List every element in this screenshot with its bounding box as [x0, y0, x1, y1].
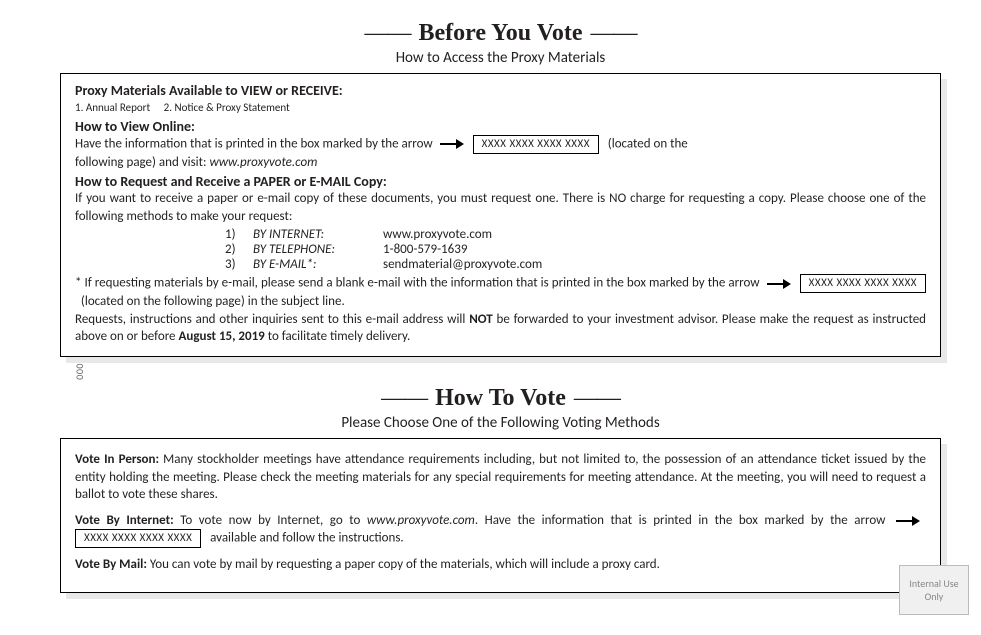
- arrow-icon: [767, 279, 793, 289]
- voting-methods-box: Vote In Person: Many stockholder meeting…: [60, 438, 941, 593]
- vote-by-internet: Vote By Internet: To vote now by Interne…: [75, 512, 926, 548]
- vote-in-person: Vote In Person: Many stockholder meeting…: [75, 451, 926, 504]
- internal-use-label: Internal Use Only: [899, 565, 969, 615]
- proxyvote-url: www.proxyvote.com: [209, 155, 317, 170]
- materials-list: 1. Annual Report 2. Notice & Proxy State…: [75, 101, 926, 114]
- before-you-vote-subtitle: How to Access the Proxy Materials: [60, 49, 941, 67]
- request-methods: 1) BY INTERNET: www.proxyvote.com 2) BY …: [225, 227, 926, 272]
- vote-by-mail: Vote By Mail: You can vote by mail by re…: [75, 556, 926, 574]
- request-copy-heading: How to Request and Receive a PAPER or E-…: [75, 173, 926, 190]
- how-to-vote-subtitle: Please Choose One of the Following Votin…: [60, 414, 941, 432]
- control-number-placeholder: XXXX XXXX XXXX XXXX: [75, 529, 201, 548]
- request-copy-body: If you want to receive a paper or e-mail…: [75, 190, 926, 225]
- method-telephone: 2) BY TELEPHONE: 1-800-579-1639: [225, 242, 926, 257]
- method-email: 3) BY E-MAIL*: sendmaterial@proxyvote.co…: [225, 257, 926, 272]
- available-heading: Proxy Materials Available to VIEW or REC…: [75, 82, 926, 99]
- method-internet: 1) BY INTERNET: www.proxyvote.com: [225, 227, 926, 242]
- view-online-text: Have the information that is printed in …: [75, 135, 926, 154]
- arrow-icon: [440, 139, 466, 149]
- proxy-materials-box: Proxy Materials Available to VIEW or REC…: [60, 73, 941, 357]
- before-you-vote-title: ——Before You Vote——: [60, 20, 941, 47]
- proxyvote-url: www.proxyvote.com: [367, 513, 475, 528]
- control-number-placeholder: XXXX XXXX XXXX XXXX: [473, 135, 599, 154]
- how-to-vote-title: ——How To Vote——: [60, 385, 941, 412]
- view-online-heading: How to View Online:: [75, 118, 926, 135]
- forwarding-notice: Requests, instructions and other inquiri…: [75, 311, 926, 346]
- control-number-placeholder: XXXX XXXX XXXX XXXX: [800, 274, 926, 293]
- arrow-icon: [896, 516, 922, 526]
- email-footnote: * If requesting materials by e-mail, ple…: [75, 274, 926, 310]
